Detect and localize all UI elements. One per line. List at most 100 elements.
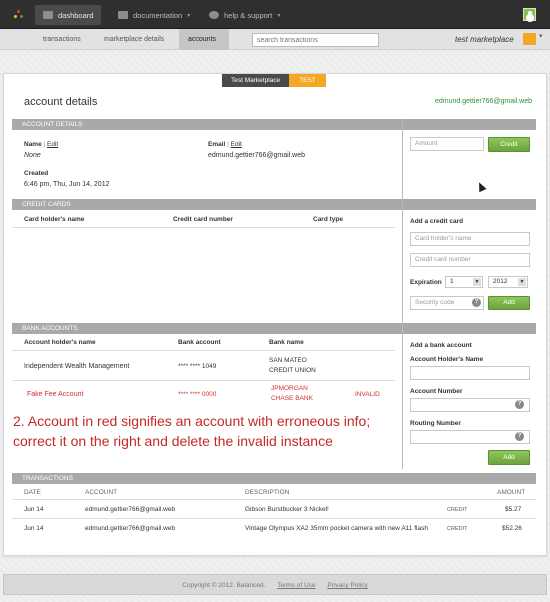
transaction-description: Vintage Olympus XA2 35mm pocket camera w… xyxy=(245,525,428,532)
chevron-down-icon: ▼ xyxy=(473,278,481,286)
col-bank-account: Bank account xyxy=(178,339,221,346)
col-card-holder: Card holder's name xyxy=(24,216,85,223)
account-holder-input[interactable] xyxy=(410,366,530,380)
table-rule xyxy=(12,380,395,381)
page-title: account details xyxy=(24,96,98,108)
routing-number-label: Routing Number xyxy=(410,420,461,427)
document-icon xyxy=(118,11,128,19)
right-panel-header xyxy=(403,199,536,210)
marketplace-selector[interactable]: test marketplace xyxy=(455,35,514,44)
invalid-status-badge: INVALID xyxy=(355,391,380,398)
bank-name-line2: CREDIT UNION xyxy=(269,367,316,374)
secondary-navigation-bar: transactions marketplace details account… xyxy=(0,29,550,50)
table-rule xyxy=(12,350,395,351)
mode-toggle[interactable]: Test Marketplace TEST xyxy=(222,74,326,87)
nav-help-support[interactable]: help & support ▾ xyxy=(201,5,288,25)
transaction-description: Gibson Burstbucker 3 Nickel! xyxy=(245,506,329,513)
table-rule xyxy=(12,227,395,228)
col-description: DESCRIPTION xyxy=(245,489,290,496)
bank-holder-name: Fake Fee Account xyxy=(27,391,84,398)
bank-account-number: **** **** 1049 xyxy=(178,363,217,370)
col-bank-name: Bank name xyxy=(269,339,304,346)
exp-year-value: 2012 xyxy=(493,278,508,285)
transaction-amount: $52.26 xyxy=(502,525,522,532)
bank-account-number: **** **** 0000 xyxy=(178,391,217,398)
footer: Copyright © 2012. Balanced. Terms of Use… xyxy=(3,574,547,595)
live-mode-label[interactable]: Test Marketplace xyxy=(222,74,290,87)
add-card-button[interactable]: Add xyxy=(488,296,530,310)
add-bank-title: Add a bank account xyxy=(410,342,472,349)
user-avatar[interactable] xyxy=(523,8,536,21)
table-rule xyxy=(12,499,536,500)
header-email: edmund.gettier766@gmail.web xyxy=(435,98,532,105)
col-account-holder: Account holder's name xyxy=(24,339,96,346)
chat-icon xyxy=(209,11,219,19)
credit-cards-header: CREDIT CARDS xyxy=(12,199,402,210)
created-label: Created xyxy=(24,170,49,177)
transaction-date: Jun 14 xyxy=(24,506,44,513)
transaction-type-badge: CREDIT xyxy=(447,507,468,513)
exp-month-select[interactable]: 1 ▼ xyxy=(445,276,483,288)
add-card-title: Add a credit card xyxy=(410,218,464,225)
exp-year-select[interactable]: 2012 ▼ xyxy=(488,276,528,288)
balanced-logo-icon[interactable] xyxy=(14,10,24,20)
name-label: Name | Edit xyxy=(24,141,59,148)
help-icon[interactable]: ? xyxy=(515,400,524,409)
routing-number-input[interactable] xyxy=(410,430,530,444)
account-holder-label: Account Holder's Name xyxy=(410,356,484,363)
test-mode-badge[interactable]: TEST xyxy=(289,74,326,87)
bank-name-line1: JPMORGAN xyxy=(271,385,308,392)
search-input[interactable] xyxy=(252,33,379,47)
bank-accounts-header: BANK ACCOUNTS xyxy=(12,323,402,334)
credit-button[interactable]: Credit xyxy=(488,137,530,152)
email-label-text: Email xyxy=(208,141,226,148)
privacy-link[interactable]: Privacy Policy xyxy=(327,582,367,589)
transaction-amount: $5.27 xyxy=(505,506,522,513)
chart-icon xyxy=(43,11,53,19)
instruction-annotation: 2. Account in red signifies an account w… xyxy=(13,411,393,451)
right-panel-header xyxy=(403,323,536,334)
tab-marketplace-details[interactable]: marketplace details xyxy=(95,29,173,50)
terms-link[interactable]: Terms of Use xyxy=(277,582,315,589)
transaction-date: Jun 14 xyxy=(24,525,44,532)
nav-dashboard[interactable]: dashboard xyxy=(35,5,102,25)
account-number-label: Account Number xyxy=(410,388,463,395)
add-bank-button[interactable]: Add xyxy=(488,450,530,465)
nav-dashboard-label: dashboard xyxy=(58,10,94,20)
right-panel-header xyxy=(403,119,536,130)
edit-email-link[interactable]: Edit xyxy=(231,141,242,148)
name-label-text: Name xyxy=(24,141,42,148)
tab-transactions[interactable]: transactions xyxy=(34,29,90,50)
help-icon[interactable]: ? xyxy=(472,298,481,307)
top-navigation-bar: dashboard documentation ▾ help & support… xyxy=(0,0,550,29)
exp-month-value: 1 xyxy=(450,278,454,285)
column-divider xyxy=(402,119,403,469)
amount-input[interactable]: Amount xyxy=(410,137,484,151)
card-holder-input[interactable]: Card holder's name xyxy=(410,232,530,246)
cart-icon[interactable] xyxy=(523,32,543,45)
expiration-label: Expiration xyxy=(410,279,442,286)
tab-accounts[interactable]: accounts xyxy=(179,29,229,50)
col-date: DATE xyxy=(24,489,41,496)
edit-name-link[interactable]: Edit xyxy=(47,141,58,148)
col-amount: AMOUNT xyxy=(497,489,526,496)
account-details-header: ACCOUNT DETAILS xyxy=(12,119,402,130)
transaction-account: edmund.gettier766@gmail.web xyxy=(85,506,176,513)
bank-holder-name: Independent Wealth Management xyxy=(24,363,130,370)
col-account: ACCOUNT xyxy=(85,489,118,496)
col-card-number: Credit card number xyxy=(173,216,233,223)
account-number-input[interactable] xyxy=(410,398,530,412)
bank-name-line2: CHASE BANK xyxy=(271,395,313,402)
chevron-down-icon: ▾ xyxy=(187,12,191,19)
bank-name-line1: SAN MATEO xyxy=(269,357,307,364)
nav-help-label: help & support xyxy=(224,10,273,20)
transactions-header: TRANSACTIONS xyxy=(12,473,536,484)
chevron-down-icon: ▼ xyxy=(518,278,526,286)
email-label: Email | Edit xyxy=(208,141,242,148)
name-value: None xyxy=(24,152,41,159)
nav-documentation[interactable]: documentation ▾ xyxy=(110,5,198,25)
email-value: edmund.gettier766@gmail.web xyxy=(208,152,305,159)
card-number-input[interactable]: Credit card number xyxy=(410,253,530,267)
table-rule xyxy=(12,518,536,519)
help-icon[interactable]: ? xyxy=(515,432,524,441)
